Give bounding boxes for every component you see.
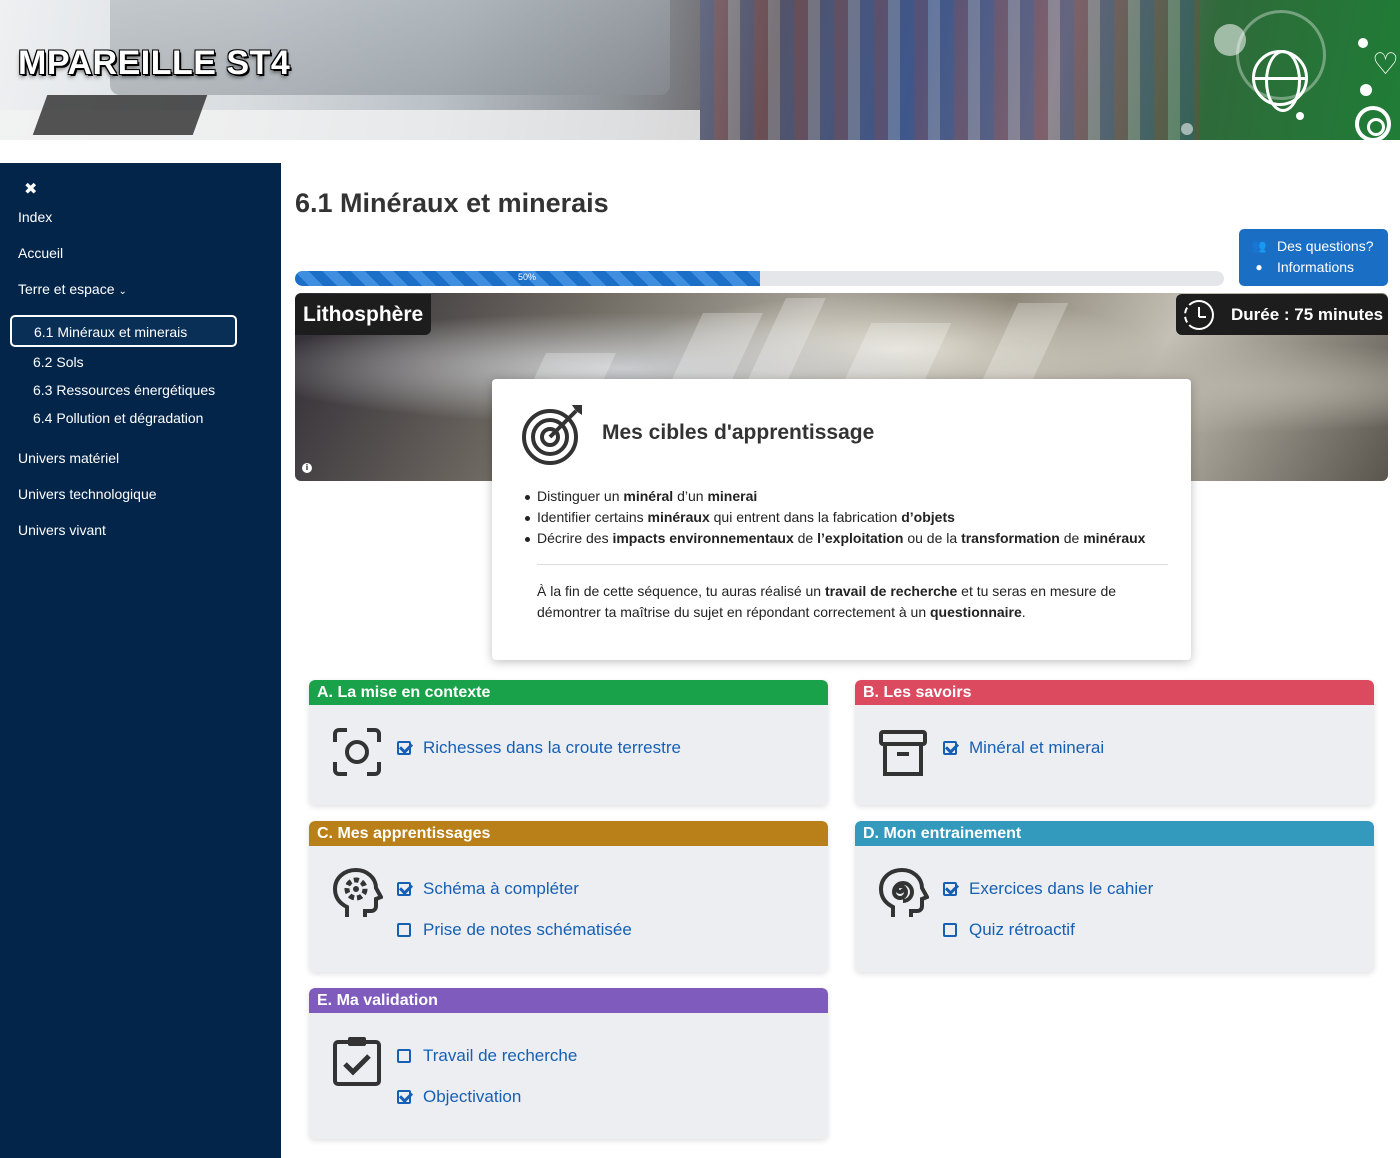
section-title: C. Mes apprentissages [309, 821, 828, 846]
section-title: E. Ma validation [309, 988, 828, 1013]
close-icon[interactable]: ✖ [24, 179, 37, 199]
task-label: Richesses dans la croute terrestre [423, 738, 681, 757]
unchecked-box-icon [943, 923, 957, 937]
globe-icon [1252, 50, 1308, 112]
goal-item: Identifier certains minéraux qui entrent… [524, 509, 1145, 530]
head-gear-icon [332, 867, 383, 917]
section-card: D. Mon entrainement Exercices dans le cah… [855, 821, 1374, 972]
task-link[interactable]: Objectivation [397, 1087, 521, 1107]
help-questions-label: Des questions? [1277, 238, 1374, 254]
task-link[interactable]: Exercices dans le cahier [943, 879, 1153, 899]
task-link[interactable]: Minéral et minerai [943, 738, 1104, 758]
goal-item: Décrire des impacts environnementaux de … [524, 530, 1145, 551]
banner-shirt [700, 0, 1200, 140]
task-link[interactable]: Richesses dans la croute terrestre [397, 738, 681, 758]
goals-list: Distinguer un minéral d’un minerai Identi… [524, 488, 1145, 551]
clipboard-check-icon [333, 1037, 381, 1086]
checked-box-icon [943, 741, 957, 755]
sidebar-item-index[interactable]: Index [18, 209, 52, 225]
progress-label: 50% [517, 272, 536, 282]
task-link[interactable]: Travail de recherche [397, 1046, 577, 1066]
banner-bubble [1358, 38, 1368, 48]
unchecked-box-icon [397, 923, 411, 937]
sidebar-subitem-pollution[interactable]: 6.4 Pollution et dégradation [33, 410, 203, 426]
target-icon [522, 405, 582, 465]
archive-icon [879, 730, 927, 776]
gear-icon [1355, 106, 1391, 140]
progress-bar: 50% [295, 271, 1224, 286]
section-title: A. La mise en contexte [309, 680, 828, 705]
section-card: E. Ma validation Travail de recherche Obje… [309, 988, 828, 1139]
banner-bubble [1181, 123, 1193, 135]
sidebar-item-univers-materiel[interactable]: Univers matériel [18, 450, 119, 466]
section-card: A. La mise en contexte Richesses dans la … [309, 680, 828, 805]
chevron-down-icon: ⌄ [118, 286, 127, 297]
duration-badge: Durée : 75 minutes [1176, 294, 1388, 335]
section-title: D. Mon entrainement [855, 821, 1374, 846]
task-label: Objectivation [423, 1087, 522, 1106]
heart-icon: ♡ [1372, 48, 1399, 81]
head-spiral-icon [878, 867, 929, 917]
task-link[interactable]: Prise de notes schématisée [397, 920, 632, 940]
checked-box-icon [397, 1090, 411, 1104]
sidebar-subitem-label: 6.1 Minéraux et minerais [34, 324, 188, 340]
sidebar-item-label: Terre et espace [18, 281, 115, 297]
task-label: Quiz rétroactif [969, 920, 1075, 939]
sidebar-item-accueil[interactable]: Accueil [18, 245, 63, 261]
focus-icon [333, 728, 381, 776]
unchecked-box-icon [397, 1049, 411, 1063]
header-banner: ♡ MPAREILLE ST4 [0, 0, 1400, 140]
task-label: Schéma à compléter [423, 879, 579, 898]
site-title: MPAREILLE ST4 [18, 44, 291, 82]
clock-icon [1184, 299, 1214, 330]
checked-box-icon [397, 882, 411, 896]
users-chat-icon: 👥 [1251, 239, 1267, 253]
hero-tag: Lithosphère [295, 294, 432, 335]
sidebar-subitem-ressources[interactable]: 6.3 Ressources énergétiques [33, 382, 215, 398]
sidebar-item-univers-technologique[interactable]: Univers technologique [18, 486, 157, 502]
section-card: B. Les savoirs Minéral et minerai [855, 680, 1374, 805]
help-button[interactable]: 👥 Des questions? ● Informations [1239, 229, 1388, 286]
section-card: C. Mes apprentissages Schéma à compléter P… [309, 821, 828, 972]
task-label: Prise de notes schématisée [423, 920, 632, 939]
sidebar-item-terre-et-espace[interactable]: Terre et espace ⌄ [18, 281, 127, 297]
banner-bubble [1296, 112, 1304, 120]
apple-icon: ● [1255, 260, 1263, 274]
task-label: Minéral et minerai [969, 738, 1105, 757]
info-icon[interactable]: i [302, 463, 312, 473]
goal-item: Distinguer un minéral d’un minerai [524, 488, 1145, 509]
task-label: Travail de recherche [423, 1046, 578, 1065]
task-link[interactable]: Schéma à compléter [397, 879, 579, 899]
goals-title: Mes cibles d'apprentissage [602, 421, 875, 444]
banner-bubble [1360, 84, 1372, 96]
sidebar-item-univers-vivant[interactable]: Univers vivant [18, 522, 106, 538]
sidebar: ✖ Index Accueil Terre et espace ⌄ 6.1 Min… [0, 163, 281, 1158]
sidebar-subitem-sols[interactable]: 6.2 Sols [33, 354, 84, 370]
banner-notebook [32, 95, 208, 135]
learning-goals-card: Mes cibles d'apprentissage Distinguer un… [492, 379, 1191, 660]
section-title: B. Les savoirs [855, 680, 1374, 705]
sidebar-subitem-active[interactable]: 6.1 Minéraux et minerais [10, 315, 237, 347]
task-label: Exercices dans le cahier [969, 879, 1154, 898]
hero-facet [744, 298, 826, 388]
checked-box-icon [943, 882, 957, 896]
duration-label: Durée : 75 minutes [1231, 304, 1384, 324]
page-title: 6.1 Minéraux et minerais [295, 188, 609, 218]
task-link[interactable]: Quiz rétroactif [943, 920, 1075, 940]
checked-box-icon [397, 741, 411, 755]
goals-divider [537, 564, 1168, 565]
goals-paragraph: À la fin de cette séquence, tu auras réa… [537, 583, 1117, 620]
help-info-label: Informations [1277, 259, 1355, 275]
